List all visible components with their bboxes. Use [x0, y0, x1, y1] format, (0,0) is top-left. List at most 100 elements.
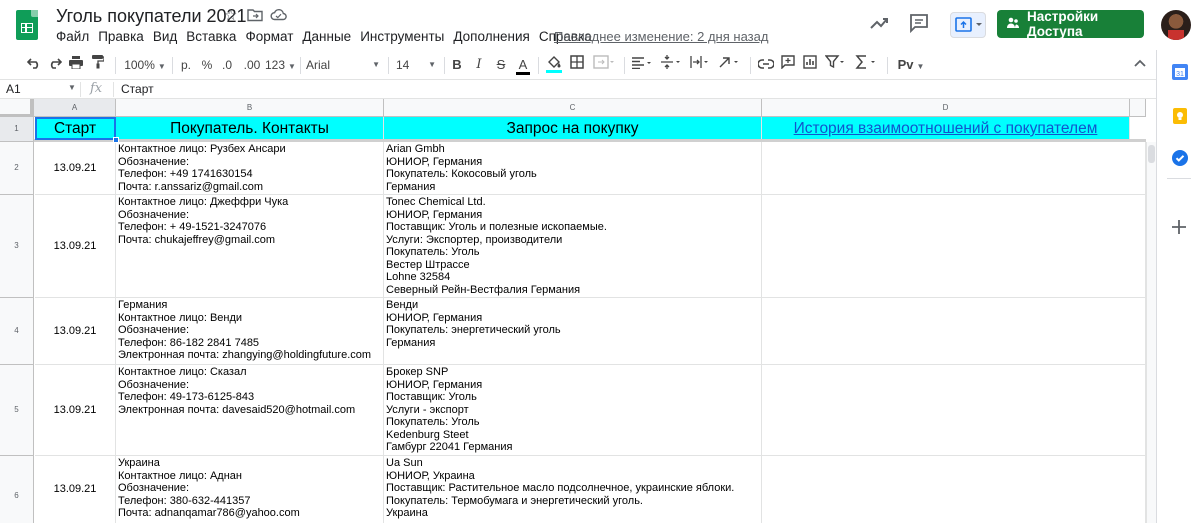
comments-icon[interactable] [908, 12, 932, 34]
horizontal-align-icon[interactable] [631, 54, 655, 76]
row-header-1[interactable]: 1 [0, 117, 34, 142]
decrease-decimal-button[interactable]: .0 [220, 54, 234, 76]
user-avatar[interactable] [1161, 10, 1191, 40]
contacts-cell[interactable]: Контактное лицо: Джеффри Чука Обозначени… [116, 195, 384, 298]
history-cell[interactable] [762, 365, 1146, 456]
move-folder-icon[interactable] [247, 8, 263, 26]
contacts-cell[interactable]: Контактное лицо: Рузбех Ансари Обозначен… [116, 142, 384, 195]
date-cell[interactable]: 13.09.21 [35, 456, 116, 523]
row-number: 5 [14, 405, 19, 414]
history-cell[interactable] [762, 195, 1146, 298]
bold-button[interactable]: B [451, 54, 463, 76]
document-title[interactable]: Уголь покупатели 2021 [56, 6, 247, 27]
date-cell[interactable]: 13.09.21 [35, 365, 116, 456]
header-cell-contacts[interactable]: Покупатель. Контакты [116, 117, 384, 140]
share-button[interactable]: Настройки Доступа [997, 9, 1144, 39]
row-header-4[interactable]: 4 [0, 298, 34, 365]
contacts-cell[interactable]: Контактное лицо: Сказал Обозначение: Тел… [116, 365, 384, 456]
history-cell[interactable] [762, 456, 1146, 523]
menu-format[interactable]: Формат [245, 29, 293, 47]
menu-edit[interactable]: Правка [98, 29, 144, 47]
font-family-select[interactable]: Arial ▼ [306, 54, 380, 76]
request-cell[interactable]: Arian Gmbh ЮНИОР, Германия Покупатель: К… [384, 142, 762, 195]
date-cell[interactable]: 13.09.21 [35, 298, 116, 365]
last-edit-link[interactable]: Последнее изменение: 2 дня назад [554, 29, 768, 44]
font-size-select[interactable]: 14 ▼ [396, 54, 436, 76]
request-cell[interactable]: Брокер SNP ЮНИОР, Германия Поставщик: Уг… [384, 365, 762, 456]
strikethrough-button[interactable]: S [495, 54, 507, 76]
column-header-c[interactable]: C [384, 99, 762, 117]
zoom-select[interactable]: 100% ▼ [123, 54, 167, 76]
paint-format-icon[interactable] [90, 54, 106, 76]
star-icon[interactable]: ☆ [224, 8, 237, 24]
insert-chart-icon[interactable] [802, 54, 818, 76]
insert-comment-icon[interactable] [780, 54, 796, 76]
fill-color-icon[interactable] [546, 54, 562, 76]
spreadsheet-grid: A B C D 1 2 3 4 5 6 Старт Покупатель. Ко… [0, 99, 1156, 523]
vertical-scrollbar[interactable] [1146, 142, 1156, 523]
header-cell-history-link[interactable]: История взаимоотношений с покупателем [762, 117, 1130, 140]
input-tools-button[interactable]: Pv ▼ [896, 54, 926, 76]
collapse-menus-icon[interactable] [1134, 56, 1146, 70]
date-cell[interactable]: 13.09.21 [35, 142, 116, 195]
insert-link-icon[interactable] [757, 54, 775, 76]
column-header-b[interactable]: B [116, 99, 384, 117]
row-header-6[interactable]: 6 [0, 456, 34, 523]
request-cell[interactable]: Tonec Chemical Ltd. ЮНИОР, Германия Пост… [384, 195, 762, 298]
date-cell[interactable]: 13.09.21 [35, 195, 116, 298]
chevron-down-icon[interactable]: ▼ [68, 83, 76, 92]
text-color-swatch [516, 72, 530, 75]
undo-icon[interactable] [26, 54, 42, 76]
select-all-corner[interactable] [0, 99, 34, 117]
redo-icon[interactable] [47, 54, 63, 76]
contacts-cell[interactable]: Украина Контактное лицо: Аднан Обозначен… [116, 456, 384, 523]
filter-icon[interactable] [824, 54, 848, 76]
menu-tools[interactable]: Инструменты [360, 29, 444, 47]
history-cell[interactable] [762, 298, 1146, 365]
tasks-icon[interactable] [1172, 150, 1188, 166]
formula-input[interactable]: Старт [121, 82, 154, 96]
row-header-2[interactable]: 2 [0, 142, 34, 195]
menu-addons[interactable]: Дополнения [453, 29, 529, 47]
keep-icon[interactable] [1172, 108, 1188, 124]
functions-icon[interactable] [854, 54, 880, 76]
column-header-a[interactable]: A [34, 99, 116, 117]
more-formats-select[interactable]: 123 ▼ [265, 54, 296, 76]
percent-format-button[interactable]: % [201, 54, 213, 76]
calendar-icon[interactable]: 31 [1172, 64, 1188, 80]
menu-data[interactable]: Данные [302, 29, 351, 47]
request-cell[interactable]: Ua Sun ЮНИОР, Украина Поставщик: Растите… [384, 456, 762, 523]
fill-handle[interactable] [113, 137, 119, 143]
column-header-d[interactable]: D [762, 99, 1130, 117]
cloud-status-icon[interactable] [270, 8, 287, 25]
scrollbar-thumb[interactable] [1148, 145, 1155, 163]
font-size-value: 14 [396, 58, 410, 72]
present-button[interactable] [950, 12, 986, 38]
sheets-logo-icon[interactable] [16, 10, 38, 40]
menu-view[interactable]: Вид [153, 29, 177, 47]
menu-file[interactable]: Файл [56, 29, 89, 47]
history-cell[interactable] [762, 142, 1146, 195]
text-color-button[interactable]: A [516, 54, 530, 76]
request-cell[interactable]: Венди ЮНИОР, Германия Покупатель: энерге… [384, 298, 762, 365]
add-addon-icon[interactable] [1172, 218, 1186, 239]
borders-icon[interactable] [569, 54, 585, 76]
italic-button[interactable]: I [473, 54, 485, 76]
print-icon[interactable] [68, 54, 84, 76]
currency-format-button[interactable]: р. [179, 54, 193, 76]
share-button-label: Настройки Доступа [1027, 9, 1099, 39]
row-header-5[interactable]: 5 [0, 365, 34, 456]
contacts-cell[interactable]: Германия Контактное лицо: Венди Обозначе… [116, 298, 384, 365]
activity-trend-icon[interactable] [868, 12, 892, 34]
menu-insert[interactable]: Вставка [186, 29, 236, 47]
vertical-align-icon[interactable] [660, 54, 684, 76]
merge-cells-icon[interactable] [592, 54, 616, 76]
header-cell-request[interactable]: Запрос на покупку [384, 117, 762, 140]
text-rotation-icon[interactable] [718, 54, 742, 76]
increase-decimal-button[interactable]: .00 [242, 54, 262, 76]
row-header-3[interactable]: 3 [0, 195, 34, 298]
formula-divider [113, 82, 114, 97]
text-wrap-icon[interactable] [689, 54, 713, 76]
name-box[interactable]: A1 [6, 82, 21, 96]
toolbar-divider [388, 57, 389, 74]
